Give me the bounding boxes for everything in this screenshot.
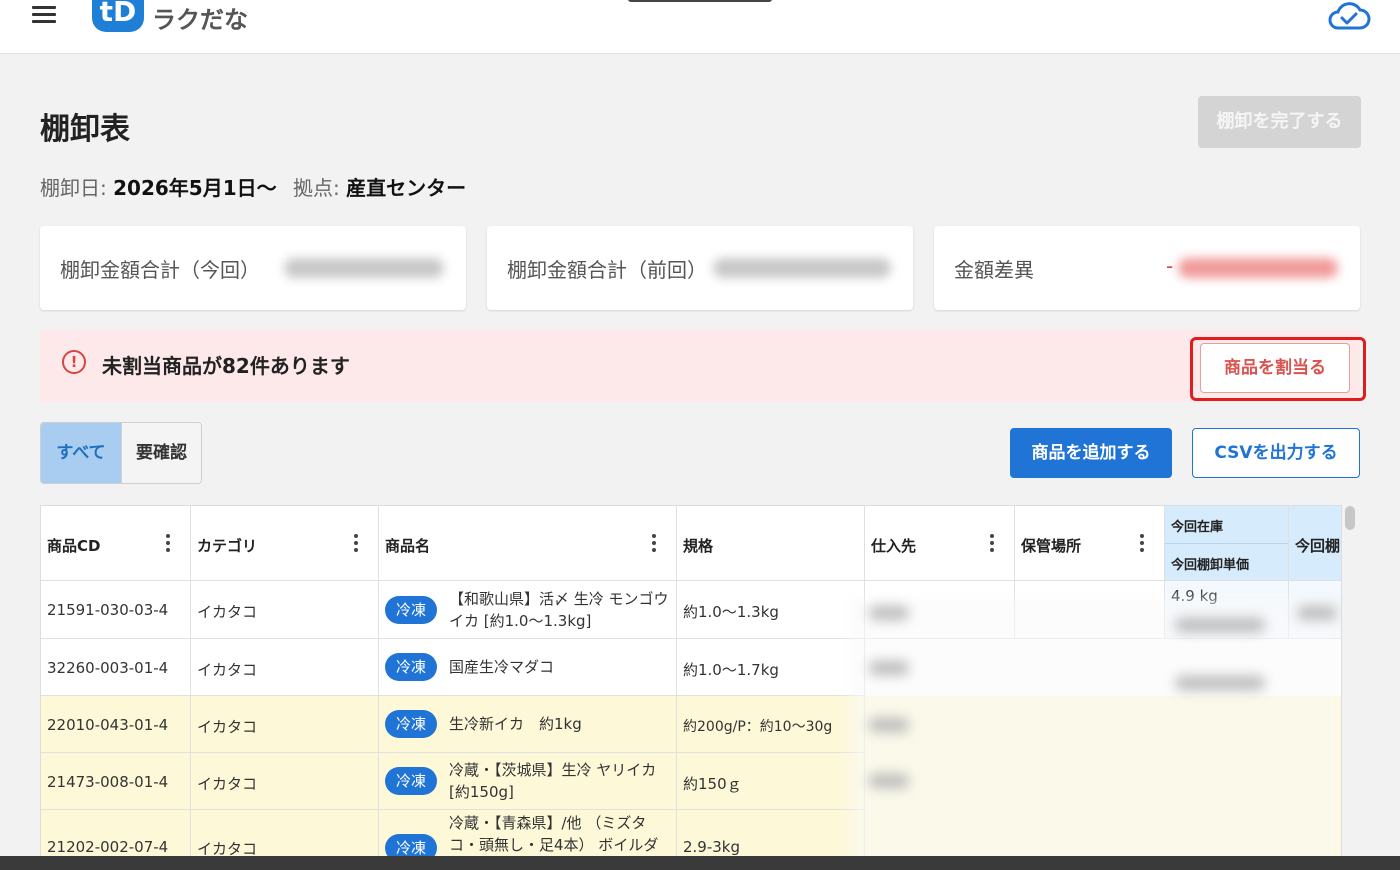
date-value: 2026年5月1日〜 (113, 176, 277, 200)
product-name: 生冷新イカ 約1kg (449, 715, 582, 733)
current-stock-header: 今回在庫 (1171, 520, 1224, 535)
current-total-card: 棚卸金額合計（今回） (40, 226, 466, 310)
device-handle (628, 0, 772, 2)
redacted-region (849, 598, 1341, 869)
column-menu-icon[interactable] (1140, 534, 1144, 552)
column-header-supplier[interactable]: 仕入先 (865, 506, 1015, 581)
product-name: 国産生冷マダコ (449, 658, 555, 676)
spec: 2.9-3kg (683, 838, 741, 856)
page-title: 棚卸表 (40, 112, 130, 147)
redacted-region (1175, 618, 1265, 632)
column-header-category[interactable]: カテゴリ (191, 506, 379, 581)
previous-total-card: 棚卸金額合計（前回） (487, 226, 913, 310)
assign-products-button[interactable]: 商品を割当る (1200, 343, 1350, 393)
bottom-bar (0, 856, 1400, 870)
redacted-region (869, 661, 909, 675)
alert-icon: ! (62, 350, 86, 374)
location-value: 産直センター (346, 176, 467, 200)
product-name: 【和歌山県】活〆 生冷 モンゴウイカ [約1.0〜1.3kg] (449, 590, 669, 630)
column-menu-icon[interactable] (652, 534, 656, 552)
column-menu-icon[interactable] (166, 534, 170, 552)
complete-inventory-button[interactable]: 棚卸を完了する (1198, 96, 1361, 148)
redacted-region (1175, 676, 1265, 690)
filter-all-button[interactable]: すべて (41, 423, 121, 483)
alert-message: 未割当商品が82件あります (102, 354, 350, 378)
spec: 約150ｇ (683, 775, 742, 793)
frozen-badge: 冷凍 (385, 710, 437, 738)
current-unit-price-header: 今回棚卸単価 (1171, 558, 1250, 573)
add-product-button[interactable]: 商品を追加する (1010, 428, 1172, 478)
redacted-region (869, 718, 909, 732)
current-total-value-redacted (284, 258, 444, 278)
product-code: 32260-003-01-4 (47, 659, 169, 677)
cloud-sync-icon[interactable] (1326, 0, 1372, 32)
column-header-current-stock[interactable]: 今回在庫 今回棚卸単価 (1165, 506, 1289, 581)
category: イカタコ (197, 661, 258, 679)
previous-total-value-redacted (713, 258, 891, 278)
product-code: 22010-043-01-4 (47, 716, 169, 734)
app-header: tD ラクだな (0, 0, 1400, 54)
logo-text: ラクだな (152, 6, 248, 34)
previous-total-label: 棚卸金額合計（前回） (507, 258, 707, 282)
filter-toggle: すべて 要確認 (40, 422, 202, 484)
spec: 約1.0〜1.7kg (683, 661, 779, 679)
date-label: 棚卸日: (40, 176, 107, 200)
current-total-label: 棚卸金額合計（今回） (60, 258, 260, 282)
frozen-badge: 冷凍 (385, 653, 437, 681)
difference-card: 金額差異 - (934, 226, 1360, 310)
category: イカタコ (197, 603, 258, 621)
category: イカタコ (197, 775, 258, 793)
column-header-name[interactable]: 商品名 (379, 506, 677, 581)
export-csv-button[interactable]: CSVを出力する (1192, 428, 1360, 478)
difference-sign: - (1166, 254, 1174, 278)
column-header-storage[interactable]: 保管場所 (1015, 506, 1165, 581)
redacted-region (1297, 606, 1337, 620)
difference-value-redacted (1178, 258, 1338, 278)
spec: 約1.0〜1.3kg (683, 603, 779, 621)
frozen-badge: 冷凍 (385, 767, 437, 795)
hamburger-menu-icon[interactable] (32, 6, 56, 24)
location-label: 拠点: (292, 176, 340, 200)
product-code: 21591-030-03-4 (47, 601, 169, 619)
redacted-region (869, 606, 909, 620)
table-scrollbar[interactable] (1345, 506, 1355, 530)
inventory-table: 商品CD カテゴリ 商品名 規格 仕入先 保管場所 今回在庫 今回棚卸単価 今回… (40, 505, 1342, 870)
product-code: 21202-002-07-4 (47, 838, 169, 856)
category: イカタコ (197, 718, 258, 736)
filter-needs-review-button[interactable]: 要確認 (121, 423, 201, 483)
inventory-meta: 棚卸日: 2026年5月1日〜 拠点: 産直センター (40, 172, 476, 201)
frozen-badge: 冷凍 (385, 596, 437, 624)
column-header-spec[interactable]: 規格 (677, 506, 865, 581)
product-code: 21473-008-01-4 (47, 773, 169, 791)
logo-mark: tD (92, 0, 144, 32)
product-name: 冷蔵・【茨城県】生冷 ヤリイカ [約150g] (449, 761, 657, 801)
unassigned-alert: ! 未割当商品が82件あります (40, 330, 1360, 402)
column-menu-icon[interactable] (354, 534, 358, 552)
column-header-code[interactable]: 商品CD (41, 506, 191, 581)
column-header-current-other[interactable]: 今回棚 (1289, 506, 1341, 581)
spec: 約200g/P：約10〜30g (683, 719, 833, 735)
difference-label: 金額差異 (954, 258, 1034, 282)
column-menu-icon[interactable] (990, 534, 994, 552)
redacted-region (869, 774, 909, 788)
